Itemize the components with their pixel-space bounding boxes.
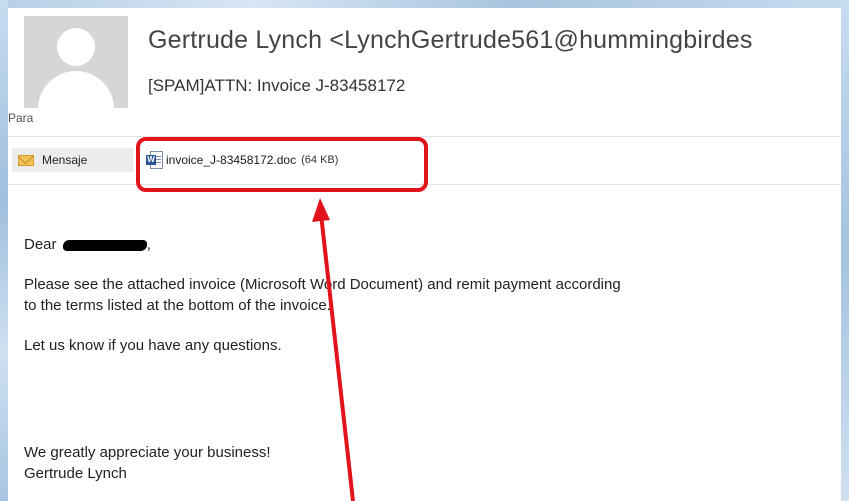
greeting-suffix: , bbox=[146, 236, 151, 253]
avatar-head-icon bbox=[57, 28, 95, 66]
sender-name: Gertrude Lynch <LynchGertrude561@humming… bbox=[148, 26, 753, 54]
body-paragraph-line-1: Please see the attached invoice (Microso… bbox=[24, 276, 621, 293]
background-frame-right bbox=[841, 0, 849, 501]
closing-line: We greatly appreciate your business! bbox=[24, 444, 271, 461]
message-tab[interactable]: Mensaje bbox=[12, 148, 133, 172]
body-paragraph-line-2: to the terms listed at the bottom of the… bbox=[24, 297, 331, 314]
envelope-icon bbox=[18, 154, 34, 166]
signature: Gertrude Lynch bbox=[24, 465, 127, 482]
sender-avatar bbox=[24, 16, 128, 108]
avatar-body-icon bbox=[38, 71, 114, 108]
email-subject: [SPAM]ATTN: Invoice J-83458172 bbox=[148, 76, 406, 95]
background-frame-top bbox=[0, 0, 849, 8]
email-body: Dear , Please see the attached invoice (… bbox=[24, 234, 824, 484]
greeting-prefix: Dear bbox=[24, 236, 57, 253]
email-reading-pane: Gertrude Lynch <LynchGertrude561@humming… bbox=[8, 8, 841, 501]
redacted-name bbox=[61, 239, 148, 251]
attachment-highlight-box bbox=[136, 137, 428, 192]
divider bbox=[8, 136, 841, 137]
to-label: Para bbox=[8, 111, 34, 125]
body-paragraph-questions: Let us know if you have any questions. bbox=[24, 337, 282, 354]
background-frame-left bbox=[0, 0, 8, 501]
greeting-line: Dear , bbox=[24, 234, 824, 255]
message-tab-label: Mensaje bbox=[42, 153, 88, 167]
